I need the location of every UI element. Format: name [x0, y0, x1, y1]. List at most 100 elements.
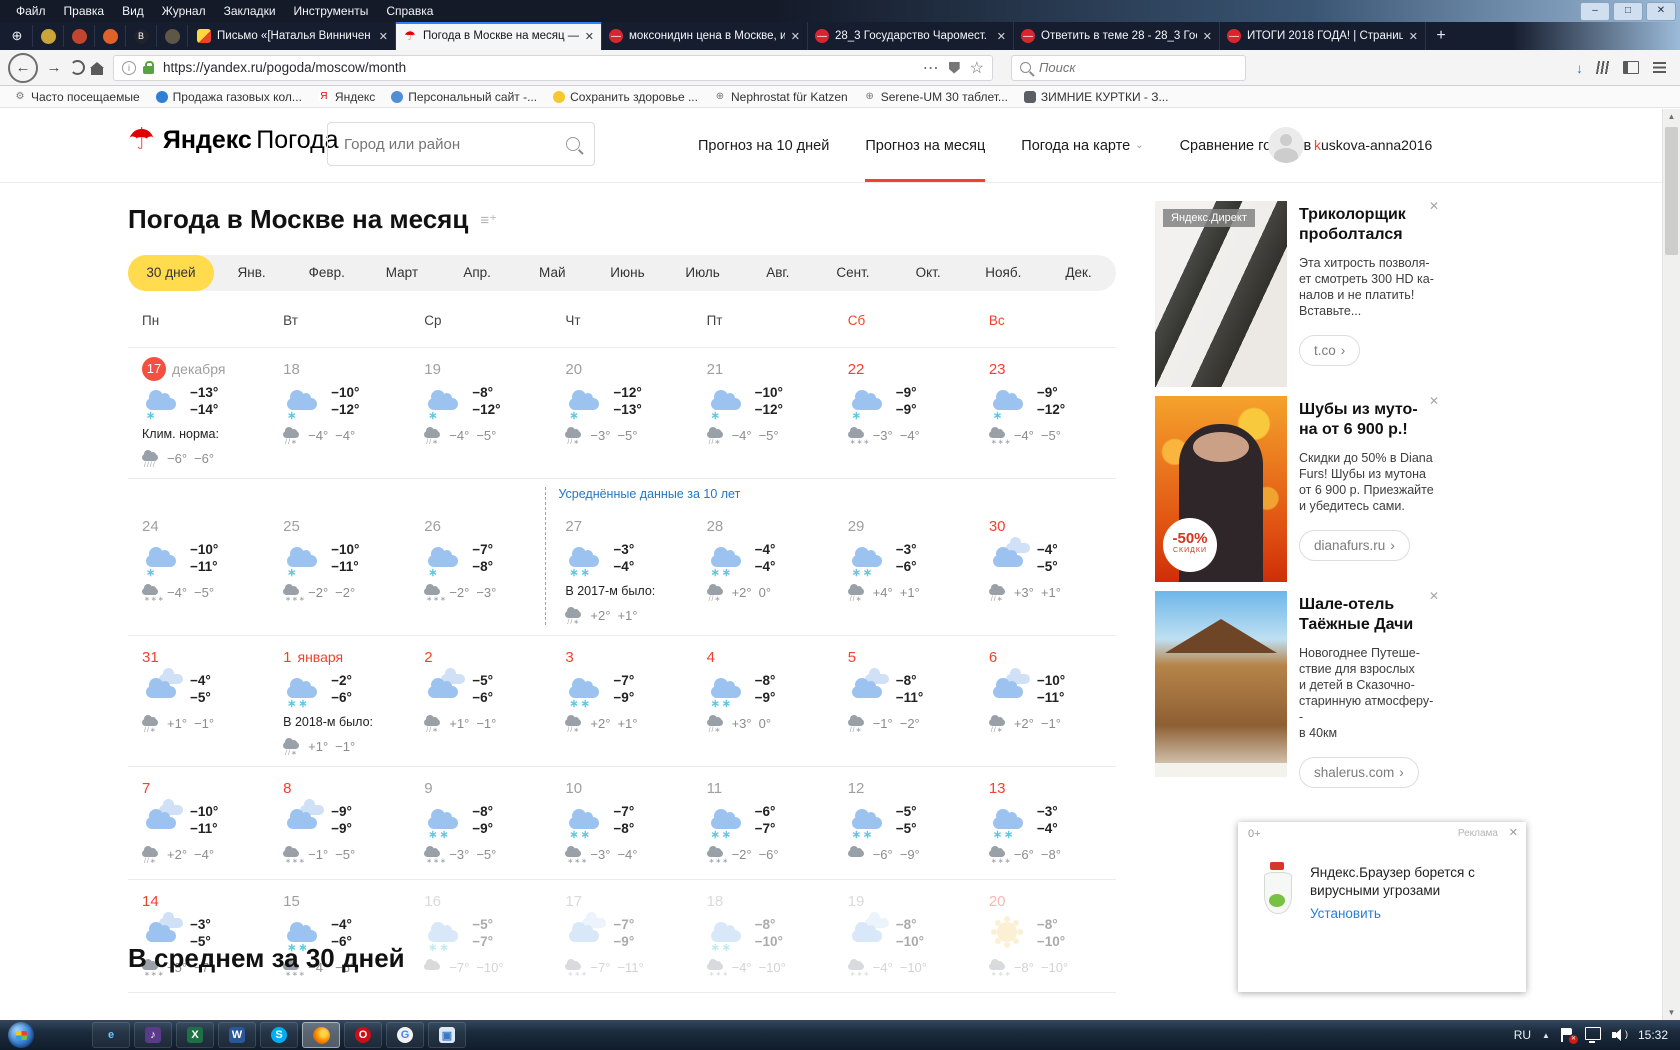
menu-icon[interactable] [1653, 62, 1666, 73]
close-button[interactable]: ✕ [1646, 2, 1676, 21]
month-tab[interactable]: Окт. [891, 255, 966, 291]
month-tab[interactable]: Май [515, 255, 590, 291]
menu-item[interactable]: Справка [378, 2, 441, 20]
menu-item[interactable]: Инструменты [286, 2, 377, 20]
ad-title[interactable]: Шубы из муто- на от 6 900 р.! [1299, 400, 1437, 440]
month-tab[interactable]: Дек. [1041, 255, 1116, 291]
ad-image[interactable]: Яндекс.Директ [1155, 201, 1287, 387]
city-search-icon[interactable] [566, 137, 580, 151]
menu-item[interactable]: Правка [56, 2, 113, 20]
close-tab-icon[interactable]: ✕ [791, 30, 800, 43]
ad-image[interactable] [1155, 591, 1287, 777]
start-button[interactable] [8, 1022, 34, 1048]
close-tab-icon[interactable]: ✕ [1409, 30, 1418, 43]
network-icon[interactable] [1585, 1027, 1601, 1040]
browser-tab[interactable]: Письмо «[Наталья Винничен✕ [190, 22, 396, 50]
ad-close-icon[interactable]: ✕ [1429, 199, 1439, 213]
page-actions-icon[interactable]: ⋯ [923, 58, 939, 78]
taskbar-app-skype[interactable]: S [260, 1022, 298, 1048]
scrollbar[interactable]: ▲ ▼ [1662, 109, 1680, 1020]
browser-search-box[interactable] [1011, 55, 1246, 81]
month-tab[interactable]: Апр. [440, 255, 515, 291]
bookmark-item[interactable]: ⚙Часто посещаемые [14, 90, 140, 104]
user-account[interactable]: kuskova-anna2016 [1268, 127, 1432, 163]
taskbar-app-word[interactable]: W [218, 1022, 256, 1048]
site-nav-item[interactable]: Погода на карте⌄ [1021, 109, 1143, 182]
taskbar-app-internet-explorer[interactable]: e [92, 1022, 130, 1048]
scroll-up-icon[interactable]: ▲ [1663, 112, 1680, 121]
bookmark-star-icon[interactable]: ☆ [970, 58, 984, 78]
red-site-icon[interactable] [64, 25, 95, 47]
month-tab[interactable]: Янв. [214, 255, 289, 291]
scrollbar-thumb[interactable] [1665, 127, 1678, 255]
taskbar-app-google[interactable]: G [386, 1022, 424, 1048]
taskbar-app-opera[interactable]: O [344, 1022, 382, 1048]
globe-icon[interactable]: ⊕ [2, 25, 33, 47]
taskbar-app-photo-viewer[interactable]: ▣ [428, 1022, 466, 1048]
menu-item[interactable]: Файл [8, 2, 54, 20]
bookmark-item[interactable]: Продажа газовых кол... [156, 90, 302, 104]
city-search-input[interactable] [342, 135, 566, 154]
back-button[interactable]: ← [8, 53, 38, 83]
taskbar-app-excel[interactable]: X [176, 1022, 214, 1048]
site-nav-item[interactable]: Прогноз на 10 дней [698, 109, 829, 182]
info-icon[interactable] [122, 61, 136, 75]
browser-search-input[interactable] [1037, 59, 1237, 76]
month-tab[interactable]: Июль [665, 255, 740, 291]
taskbar-app-firefox[interactable] [302, 1022, 340, 1048]
volume-icon[interactable]: ) [1612, 1029, 1627, 1041]
pocket-icon[interactable] [949, 62, 960, 74]
sidebar-icon[interactable] [1623, 61, 1639, 74]
month-tab[interactable]: 30 дней [128, 255, 214, 291]
vk-video-icon[interactable]: B [126, 25, 157, 47]
clock[interactable]: 15:32 [1638, 1028, 1668, 1042]
menu-item[interactable]: Закладки [216, 2, 284, 20]
ad-link-button[interactable]: t.co› [1299, 335, 1360, 366]
close-tab-icon[interactable]: ✕ [1203, 30, 1212, 43]
browser-tab[interactable]: —ИТОГИ 2018 ГОДА! | Страница✕ [1220, 22, 1426, 50]
orange-site-icon[interactable] [95, 25, 126, 47]
bookmark-item[interactable]: ⊕Nephrostat für Katzen [714, 90, 848, 104]
url-input[interactable] [161, 59, 916, 76]
close-tab-icon[interactable]: ✕ [379, 30, 388, 43]
menu-item[interactable]: Вид [114, 2, 152, 20]
ad-link-button[interactable]: shalerus.com› [1299, 757, 1419, 788]
ad-title[interactable]: Шале-отель Таёжные Дачи [1299, 595, 1437, 635]
new-tab-button[interactable]: + [1426, 22, 1456, 50]
url-bar[interactable]: ⋯ ☆ [113, 55, 993, 81]
bookmark-item[interactable]: Сохранить здоровье ... [553, 90, 698, 104]
language-indicator[interactable]: RU [1514, 1028, 1531, 1042]
browser-tab[interactable]: —28_3 Государство Чаромест. В✕ [808, 22, 1014, 50]
bookmark-item[interactable]: ⊕Serene-UM 30 таблет... [864, 90, 1008, 104]
action-center-flag-icon[interactable]: ✕ [1561, 1028, 1574, 1042]
browser-tab[interactable]: —моксонидин цена в Москве, и✕ [602, 22, 808, 50]
bookmark-item[interactable]: Персональный сайт -... [391, 90, 537, 104]
reload-button[interactable] [70, 60, 85, 75]
browser-tab[interactable]: ☂Погода в Москве на месяц —✕ [396, 22, 602, 50]
close-tab-icon[interactable]: ✕ [585, 30, 594, 43]
avatar[interactable] [1268, 127, 1304, 163]
browser-tab[interactable]: —Ответить в теме 28 - 28_3 Госу✕ [1014, 22, 1220, 50]
month-tab[interactable]: Сент. [815, 255, 890, 291]
hidden-icons-button[interactable]: ▲ [1542, 1031, 1550, 1040]
wreath-icon[interactable] [33, 25, 64, 47]
menu-item[interactable]: Журнал [154, 2, 214, 20]
month-tab[interactable]: Июнь [590, 255, 665, 291]
bookmark-item[interactable]: ЯЯндекс [318, 90, 375, 104]
bookmark-item[interactable]: ЗИМНИЕ КУРТКИ - З... [1024, 90, 1169, 104]
ad-link-button[interactable]: dianafurs.ru› [1299, 530, 1410, 561]
scroll-down-icon[interactable]: ▼ [1663, 1008, 1680, 1017]
month-tab[interactable]: Февр. [289, 255, 364, 291]
minimize-button[interactable]: – [1580, 2, 1610, 21]
month-tab[interactable]: Март [364, 255, 439, 291]
forward-button[interactable]: → [44, 59, 64, 76]
popup-install-link[interactable]: Установить [1310, 906, 1381, 921]
month-tab[interactable]: Авг. [740, 255, 815, 291]
maximize-button[interactable]: □ [1613, 2, 1643, 21]
month-tab[interactable]: Нояб. [966, 255, 1041, 291]
close-tab-icon[interactable]: ✕ [997, 30, 1006, 43]
popup-close-icon[interactable]: ✕ [1509, 826, 1518, 839]
home-button[interactable] [91, 61, 103, 75]
add-to-list-icon[interactable]: ≡⁺ [480, 211, 497, 229]
site-nav-item[interactable]: Прогноз на месяц [865, 109, 985, 182]
